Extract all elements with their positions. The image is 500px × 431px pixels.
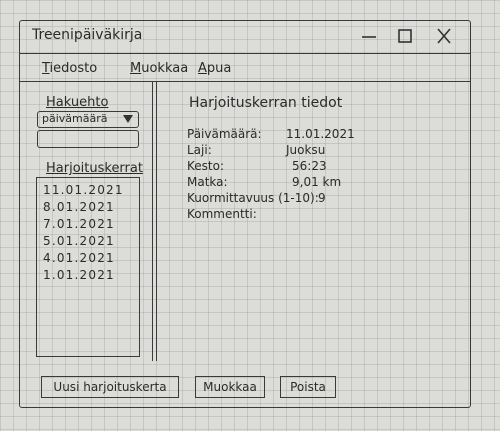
app-window: Treenipäiväkirja Tiedosto Muokkaa Apua H… xyxy=(19,20,471,408)
sessions-list-label: Harjoituskerrat xyxy=(46,161,143,176)
details-title: Harjoituskerran tiedot xyxy=(189,95,343,111)
detail-label: Laji: xyxy=(187,143,212,157)
search-panel: Hakuehto päivämäärä Harjoituskerrat 11.0… xyxy=(20,81,153,361)
list-item[interactable]: 11.01.2021 xyxy=(43,183,124,197)
maximize-icon xyxy=(398,29,412,43)
new-session-button[interactable]: Uusi harjoituskerta xyxy=(41,376,179,398)
menu-mnemonic: T xyxy=(42,61,50,76)
edit-button[interactable]: Muokkaa xyxy=(195,376,265,398)
list-item[interactable]: 7.01.2021 xyxy=(43,217,115,231)
chevron-down-icon xyxy=(123,115,133,123)
sessions-listbox[interactable]: 11.01.2021 8.01.2021 7.01.2021 5.01.2021… xyxy=(36,177,140,357)
menu-label: pua xyxy=(206,61,232,76)
detail-label: Kommentti: xyxy=(187,207,257,221)
menu-muokkaa[interactable]: Muokkaa xyxy=(130,61,188,76)
title-bar: Treenipäiväkirja xyxy=(20,21,470,54)
detail-label: Kesto: xyxy=(187,159,224,173)
search-criteria-dropdown[interactable]: päivämäärä xyxy=(37,111,139,128)
menu-apua[interactable]: Apua xyxy=(198,61,231,76)
minimize-icon xyxy=(362,36,376,38)
detail-label: Päivämäärä: xyxy=(187,127,262,141)
menu-bar: Tiedosto Muokkaa Apua xyxy=(20,53,470,82)
window-title: Treenipäiväkirja xyxy=(32,27,143,43)
detail-value: Juoksu xyxy=(286,143,326,157)
menu-tiedosto[interactable]: Tiedosto xyxy=(42,61,97,76)
detail-value: 9,01 km xyxy=(292,175,342,189)
details-panel: Harjoituskerran tiedot Päivämäärä: 11.01… xyxy=(156,81,469,361)
minimize-button[interactable] xyxy=(356,24,382,48)
close-icon xyxy=(437,28,451,44)
menu-mnemonic: A xyxy=(198,61,207,76)
maximize-button[interactable] xyxy=(392,24,418,48)
menu-mnemonic: M xyxy=(130,61,142,76)
search-input[interactable] xyxy=(37,130,139,148)
list-item[interactable]: 4.01.2021 xyxy=(43,251,115,265)
detail-label: Kuormittavuus (1-10): xyxy=(187,191,319,205)
menu-label: iedosto xyxy=(49,61,98,76)
detail-value: 11.01.2021 xyxy=(286,127,355,141)
list-item[interactable]: 1.01.2021 xyxy=(43,268,115,282)
dropdown-value: päivämäärä xyxy=(42,112,108,125)
close-button[interactable] xyxy=(431,24,457,48)
detail-value: 56:23 xyxy=(292,159,327,173)
list-item[interactable]: 5.01.2021 xyxy=(43,234,115,248)
detail-label: Matka: xyxy=(187,175,228,189)
delete-button[interactable]: Poista xyxy=(280,376,336,398)
detail-value: 9 xyxy=(318,191,326,205)
list-item[interactable]: 8.01.2021 xyxy=(43,200,115,214)
search-label: Hakuehto xyxy=(46,95,109,110)
menu-label: uokkaa xyxy=(141,61,189,76)
